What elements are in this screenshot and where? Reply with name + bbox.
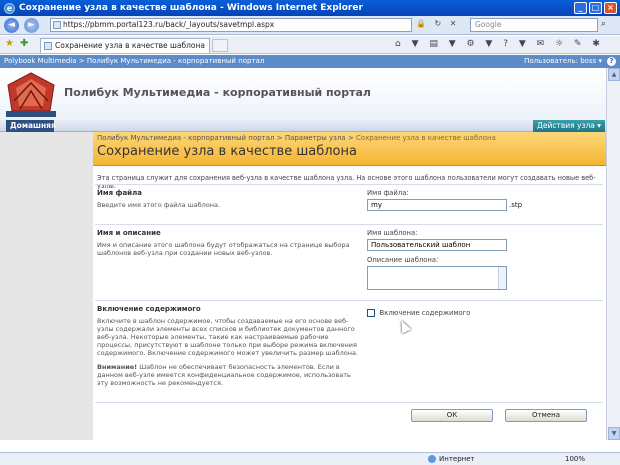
divider [95, 402, 603, 403]
include-content-checkbox[interactable] [367, 308, 375, 317]
address-input[interactable]: https://pbmm.portal123.ru/back/_layouts/… [50, 18, 412, 32]
global-site-link[interactable]: Polybook Multimedia [4, 57, 77, 65]
window-title-bar: e Сохранение узла в качестве шаблона - W… [0, 0, 620, 16]
site-header: Полибук Мультимедиа - корпоративный порт… [0, 68, 620, 120]
section-text: Введите имя этого файла шаблона. [97, 201, 221, 209]
breadcrumb-portal[interactable]: Полибук Мультимедиа - корпоративный порт… [97, 134, 274, 142]
globe-icon [428, 455, 436, 463]
template-name-input[interactable]: Пользовательский шаблон [367, 239, 507, 251]
site-title: Полибук Мультимедиа - корпоративный порт… [64, 86, 371, 99]
breadcrumb-settings[interactable]: Параметры узла [285, 134, 346, 142]
search-input[interactable]: Google [470, 18, 598, 32]
ok-button[interactable]: ОК [411, 409, 493, 422]
file-suffix: .stp [509, 201, 523, 209]
cancel-button[interactable]: Отмена [505, 409, 587, 422]
section-text: Включите в шаблон содержимое, чтобы созд… [97, 317, 359, 357]
scroll-up-icon[interactable]: ▲ [608, 68, 620, 81]
tab-page-icon [44, 42, 52, 50]
section-title: Включение содержимого [97, 305, 201, 313]
add-favorite-icon[interactable]: ✚ [20, 38, 28, 49]
security-zone: Интернет [428, 453, 475, 465]
top-navigation: Домашняя Действия узла ▾ [0, 120, 620, 132]
minimize-button[interactable]: _ [574, 2, 587, 14]
section-title: Имя файла [97, 189, 142, 197]
breadcrumb-current: Сохранение узла в качестве шаблона [355, 134, 496, 142]
section-include-content: Включение содержимого Включите в шаблон … [95, 300, 603, 404]
maximize-button[interactable]: □ [589, 2, 602, 14]
forward-button[interactable]: ► [24, 18, 39, 33]
template-description-input[interactable] [367, 266, 507, 290]
tab-label: Сохранение узла в качестве шаблона [55, 41, 205, 50]
include-content-label[interactable]: Включение содержимого [380, 309, 471, 317]
template-description-label: Описание шаблона: [367, 256, 439, 264]
global-sep: > [78, 57, 85, 65]
zone-label: Интернет [439, 455, 475, 463]
page-title: Сохранение узла в качестве шаблона [97, 144, 357, 159]
status-bar: Интернет 100% [0, 452, 620, 465]
warning-text: Внимание! Шаблон не обеспечивает безопас… [97, 363, 362, 387]
file-name-label: Имя файла: [367, 189, 409, 197]
close-button[interactable]: × [604, 2, 617, 14]
window-controls: _ □ × [574, 2, 617, 14]
breadcrumb: Полибук Мультимедиа - корпоративный порт… [97, 134, 496, 142]
command-bar-icons[interactable]: ⌂ ▼ ▤ ▼ ⚙ ▼ ? ▼ ✉ ☼ ✎ ✱ [395, 39, 604, 49]
section-title: Имя и описание [97, 229, 161, 237]
warning-label: Внимание! [97, 363, 138, 371]
global-portal-link[interactable]: Полибук Мультимедиа - корпоративный порт… [87, 57, 264, 65]
section-file-name: Имя файла Введите имя этого файла шаблон… [95, 184, 603, 224]
search-icon[interactable]: ⌕ [601, 19, 613, 31]
tab-active[interactable]: Сохранение узла в качестве шаблона [40, 38, 210, 53]
page-title-area: Полибук Мультимедиа - корпоративный порт… [93, 132, 606, 166]
address-toolbar: ◄ ► https://pbmm.portal123.ru/back/_layo… [0, 16, 620, 35]
page-icon [53, 21, 61, 29]
back-button[interactable]: ◄ [4, 18, 19, 33]
tabs-toolbar: ★ ✚ Сохранение узла в качестве шаблона ⌂… [0, 36, 620, 54]
favorites-star-icon[interactable]: ★ [5, 38, 14, 49]
section-name-description: Имя и описание Имя и описание этого шабл… [95, 224, 603, 298]
scroll-down-icon[interactable]: ▼ [608, 427, 620, 440]
sp-global-bar: Polybook Multimedia > Полибук Мультимеди… [0, 55, 620, 68]
address-url: https://pbmm.portal123.ru/back/_layouts/… [63, 20, 275, 29]
file-name-input[interactable]: my [367, 199, 507, 211]
new-tab-button[interactable] [212, 39, 228, 52]
breadcrumb-sep: > [347, 134, 354, 142]
left-navigation-column [0, 132, 93, 440]
textarea-scrollbar[interactable] [498, 267, 506, 289]
section-text: Имя и описание этого шаблона будут отобр… [97, 241, 350, 257]
main-content: Эта страница служит для сохранения веб-у… [93, 166, 606, 440]
breadcrumb-sep: > [276, 134, 283, 142]
zoom-level[interactable]: 100% [565, 453, 585, 465]
help-icon[interactable]: ? [607, 57, 616, 66]
template-name-label: Имя шаблона: [367, 229, 418, 237]
address-tools[interactable]: 🔒 ↻ ✕ [416, 19, 459, 28]
site-actions-menu[interactable]: Действия узла ▾ [533, 120, 605, 132]
vertical-scrollbar[interactable]: ▲ ▼ [606, 68, 620, 440]
ie-logo-icon: e [4, 2, 15, 14]
user-menu[interactable]: Пользователь: boss ▾ [524, 55, 602, 68]
window-title: Сохранение узла в качестве шаблона - Win… [19, 3, 363, 13]
tab-home[interactable]: Домашняя [6, 120, 56, 132]
site-logo-icon[interactable] [6, 71, 56, 117]
